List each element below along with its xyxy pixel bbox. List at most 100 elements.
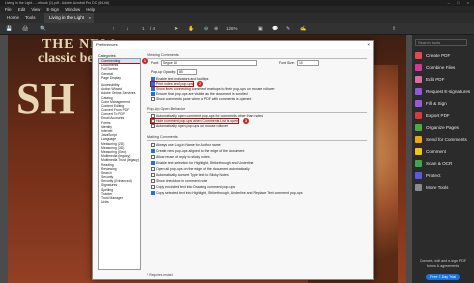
making-option[interactable]: Copy encircled text into Drawing comment… xyxy=(151,185,235,189)
checkbox-unchecked[interactable] xyxy=(151,185,155,189)
font-label: Font: xyxy=(151,61,159,65)
save-icon[interactable]: 💾 xyxy=(6,23,12,35)
menu-file[interactable]: File xyxy=(5,7,12,12)
font-size-select[interactable]: 10 xyxy=(297,60,319,66)
popup-option[interactable]: Automatically open pop-ups on mouse roll… xyxy=(151,124,228,128)
font-select[interactable]: Segoe UI xyxy=(161,60,257,66)
tool-edit-pdf[interactable]: Edit PDF xyxy=(415,75,444,85)
option-label: Open all pop-ups on the edge of the docu… xyxy=(156,167,250,171)
hand-icon[interactable]: ✋ xyxy=(188,23,194,35)
category-item[interactable]: Multimedia Trust (legacy) xyxy=(99,158,140,162)
cursor-icon[interactable]: ➤ xyxy=(174,23,178,35)
checkbox-checked[interactable] xyxy=(151,77,155,81)
free-trial-button[interactable]: Free 7-Day Trial xyxy=(426,274,460,280)
tool-send-for-comments[interactable]: Send for Comments xyxy=(415,135,467,145)
export-icon xyxy=(415,112,422,120)
category-item[interactable]: Units xyxy=(99,200,140,204)
checkbox-checked[interactable] xyxy=(151,92,155,96)
tool-label: More Tools xyxy=(426,185,449,190)
checkbox-unchecked[interactable] xyxy=(151,173,155,177)
next-page-icon[interactable]: ↓ xyxy=(126,23,129,35)
menu-help[interactable]: Help xyxy=(86,7,95,12)
making-option[interactable]: Copy selected text into Highlight, Strik… xyxy=(151,191,303,195)
tool-comment[interactable]: Comment xyxy=(415,147,446,157)
viewing-option[interactable]: Show lines connecting comment markups to… xyxy=(151,87,275,91)
tool-label: Fill & Sign xyxy=(426,101,447,106)
section-viewing-comments: Viewing Comments xyxy=(147,53,365,59)
menu-view[interactable]: View xyxy=(31,7,40,12)
marquee-icon[interactable]: ▣ xyxy=(258,23,263,35)
option-label: Show checkbox in comment note xyxy=(156,179,208,183)
requires-restart-note: * Requires restart xyxy=(147,273,173,277)
print-notes-popups-option[interactable]: Print notes and pop-ups xyxy=(149,81,195,87)
checkbox-unchecked[interactable] xyxy=(151,179,155,183)
checkbox-unchecked[interactable] xyxy=(151,124,155,128)
checkbox-checked[interactable] xyxy=(151,161,155,165)
making-option[interactable]: Always use Log-in Name for Author name xyxy=(151,143,221,147)
tab-document[interactable]: Living in the Light × xyxy=(44,13,94,23)
search-tools-input[interactable]: Search tools xyxy=(415,39,467,46)
tool-scan-ocr[interactable]: Scan & OCR xyxy=(415,159,452,169)
prev-page-icon[interactable]: ↑ xyxy=(112,23,115,35)
menu-bar: File Edit View E-Sign Window Help xyxy=(0,6,474,13)
checkbox-checked[interactable] xyxy=(151,87,155,91)
close-icon[interactable]: × xyxy=(367,41,370,49)
esign-icon xyxy=(415,88,422,96)
checkbox-unchecked[interactable] xyxy=(151,114,155,118)
checkbox-unchecked[interactable] xyxy=(151,119,155,123)
option-label: Show comments pane when a PDF with comme… xyxy=(156,97,252,101)
option-label: Copy selected text into Highlight, Strik… xyxy=(156,191,303,195)
tool-protect[interactable]: Protect xyxy=(415,171,441,181)
tool-more-tools[interactable]: More Tools xyxy=(415,183,448,193)
page-number[interactable]: 1 xyxy=(142,23,145,35)
option-label: Automatically open pop-ups on mouse roll… xyxy=(156,124,228,128)
pen-icon[interactable]: ✎ xyxy=(286,23,290,35)
close-icon[interactable]: × xyxy=(89,13,91,23)
making-option[interactable]: Automatically convert Type text to Stick… xyxy=(151,173,229,177)
menu-esign[interactable]: E-Sign xyxy=(47,7,60,12)
menu-window[interactable]: Window xyxy=(65,7,80,12)
zoom-in-icon[interactable]: ⊕ xyxy=(214,23,218,35)
zoom-out-icon[interactable]: ⊖ xyxy=(204,23,208,35)
hide-popups-comments-list-option[interactable]: Hide comment pop-ups when Comments List … xyxy=(149,118,240,124)
checkbox-unchecked[interactable] xyxy=(151,167,155,171)
making-option[interactable]: Open all pop-ups on the edge of the docu… xyxy=(151,167,250,171)
menu-edit[interactable]: Edit xyxy=(18,7,25,12)
viewing-option[interactable]: Ensure that pop-ups are visible as the d… xyxy=(151,92,248,96)
comment-icon[interactable]: 💬 xyxy=(272,23,278,35)
checkbox-checked[interactable] xyxy=(151,149,155,153)
option-label: Create new pop-ups aligned to the edge o… xyxy=(156,149,245,153)
tool-combine-files[interactable]: Combine Files xyxy=(415,63,455,73)
making-option[interactable]: Enable text selection for Highlight, Str… xyxy=(151,161,253,165)
tool-fill-sign[interactable]: Fill & Sign xyxy=(415,99,447,109)
checkbox-checked[interactable] xyxy=(151,82,155,86)
tool-create-pdf[interactable]: Create PDF xyxy=(415,51,450,61)
search-icon[interactable]: 🔍 xyxy=(40,23,46,35)
font-size-label: Font Size: xyxy=(279,61,295,65)
categories-list[interactable]: Commenting Documents Full Screen General… xyxy=(98,58,141,270)
checkbox-unchecked[interactable] xyxy=(151,143,155,147)
checkbox-unchecked[interactable] xyxy=(151,155,155,159)
making-option[interactable]: Show checkbox in comment note xyxy=(151,179,207,183)
category-item[interactable]: Adobe Online Services xyxy=(99,91,140,95)
shield-icon xyxy=(415,172,422,180)
popup-opacity-select[interactable]: 85 xyxy=(177,69,197,75)
tool-label: Organize Pages xyxy=(426,125,459,130)
popup-opacity-label: Pop-up Opacity: xyxy=(151,70,177,74)
edit-icon xyxy=(415,76,422,84)
tool-label: Scan & OCR xyxy=(426,161,453,166)
tool-export-pdf[interactable]: Export PDF xyxy=(415,111,450,121)
tool-organize-pages[interactable]: Organize Pages xyxy=(415,123,459,133)
tool-request-esignatures[interactable]: Request E-signatures xyxy=(415,87,470,97)
making-option[interactable]: Allow reuse of reply to sticky notes xyxy=(151,155,210,159)
toolbar: 💾 🖨 🔍 ↑ ↓ 1 / 4 ➤ ✋ ⊖ ⊕ 126% ▣ 💬 ✎ ✍ ⇧ xyxy=(0,23,474,35)
zoom-level[interactable]: 126% xyxy=(226,23,238,35)
checkbox-checked[interactable] xyxy=(151,191,155,195)
share-icon[interactable]: ⇧ xyxy=(392,23,396,35)
making-option[interactable]: Create new pop-ups aligned to the edge o… xyxy=(151,149,244,153)
checkbox-unchecked[interactable] xyxy=(151,97,155,101)
sign-icon[interactable]: ✍ xyxy=(300,23,306,35)
print-icon[interactable]: 🖨 xyxy=(22,23,28,35)
tab-tools[interactable]: Tools xyxy=(20,13,41,23)
viewing-option[interactable]: Show comments pane when a PDF with comme… xyxy=(151,97,251,101)
